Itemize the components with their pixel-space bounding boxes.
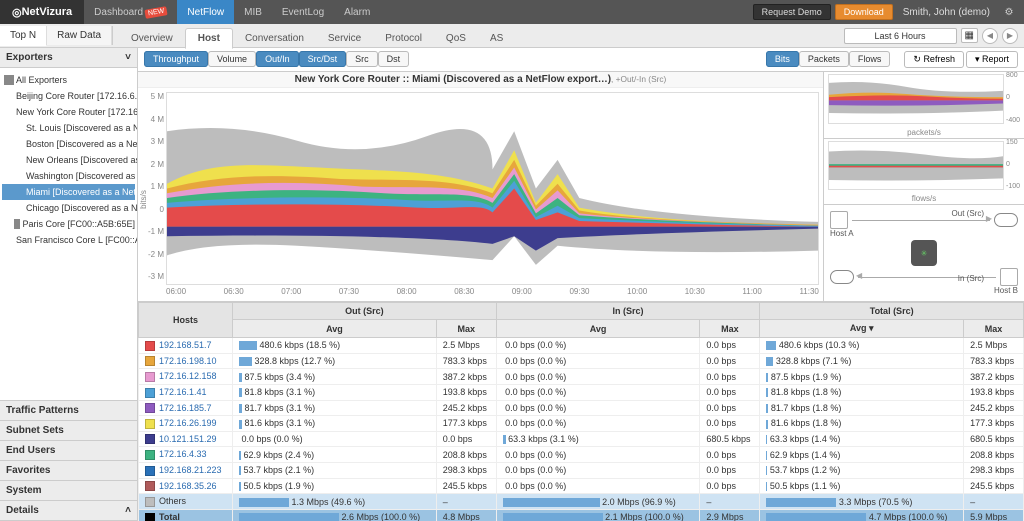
brand-logo: ◎NetVizura [0, 0, 84, 24]
prev-button[interactable]: ◀ [982, 28, 998, 44]
tab-qos[interactable]: QoS [434, 29, 478, 48]
chip-dst[interactable]: Dst [378, 51, 410, 67]
chip-outin[interactable]: Out/In [256, 51, 299, 67]
nav-mib[interactable]: MIB [234, 0, 272, 24]
col-max[interactable]: Max [436, 320, 496, 338]
tree-item[interactable]: New Orleans [Discovered as a N…] [2, 152, 135, 168]
col-avg[interactable]: Avg [496, 320, 700, 338]
chip-bits[interactable]: Bits [766, 51, 799, 67]
accordion-end-users[interactable]: End Users [0, 441, 137, 461]
table-row[interactable]: 192.168.35.26 50.5 kbps (1.9 %)245.5 kbp… [139, 478, 1024, 494]
exporters-header[interactable]: Exporters˅ [0, 48, 137, 68]
col-in[interactable]: In (Src) [496, 303, 760, 320]
col-max[interactable]: Max [964, 320, 1024, 338]
host-a-icon [830, 211, 848, 229]
chart-toolbar: ThroughputVolumeOut/InSrc/DstSrcDst Bits… [138, 48, 1024, 72]
topbar: ◎NetVizura DashboardNEWNetFlowMIBEventLo… [0, 0, 1024, 24]
tree-item[interactable]: St. Louis [Discovered as a NetFlow …] [2, 120, 135, 136]
table-row[interactable]: 172.16.185.7 81.7 kbps (3.1 %)245.2 kbps… [139, 400, 1024, 416]
chevron-down-icon: ˅ [125, 52, 131, 63]
subbar: Top NRaw Data OverviewHostConversationSe… [0, 24, 1024, 48]
tree-item[interactable]: Chicago [Discovered as a NetFlo…] [2, 200, 135, 216]
accordion-traffic-patterns[interactable]: Traffic Patterns [0, 401, 137, 421]
chip-packets[interactable]: Packets [799, 51, 849, 67]
tree-item[interactable]: New York Core Router [172.16.0.1] [2, 104, 135, 120]
cloud-icon [994, 213, 1018, 227]
table-row[interactable]: 172.16.198.10 328.8 kbps (12.7 %)783.3 k… [139, 353, 1024, 369]
col-out[interactable]: Out (Src) [233, 303, 497, 320]
plot-area[interactable] [166, 92, 819, 285]
tab-protocol[interactable]: Protocol [373, 29, 434, 48]
chart-row: New York Core Router :: Miami (Discovere… [138, 72, 1024, 302]
chip-flows[interactable]: Flows [849, 51, 891, 67]
hosts-table[interactable]: Hosts Out (Src) In (Src) Total (Src) Avg… [138, 302, 1024, 521]
content: ThroughputVolumeOut/InSrc/DstSrcDst Bits… [138, 48, 1024, 521]
chip-srcdst[interactable]: Src/Dst [299, 51, 347, 67]
device-icon [14, 219, 20, 229]
table-row[interactable]: Total 2.6 Mbps (100.0 %)4.8 Mbps 2.1 Mbp… [139, 509, 1024, 521]
next-button[interactable]: ▶ [1002, 28, 1018, 44]
table-row[interactable]: 192.168.51.7 480.6 kbps (18.5 %)2.5 Mbps… [139, 338, 1024, 354]
packets-chart[interactable]: 8000-400 packets/s [824, 72, 1024, 139]
flow-diagram: Out (Src) Host A ✳ In (Src) Host B [824, 205, 1024, 301]
tab-as[interactable]: AS [478, 29, 515, 48]
tab-conversation[interactable]: Conversation [233, 29, 316, 48]
col-total[interactable]: Total (Src) [760, 303, 1024, 320]
accordion-details[interactable]: Details˄ [0, 501, 137, 521]
tree-item[interactable]: Beijing Core Router [172.16.6.94] [2, 88, 135, 104]
x-axis: 06:0006:3007:0007:3008:0008:3009:0009:30… [166, 287, 819, 301]
y-axis: 5 M4 M3 M2 M1 M0-1 M-2 M-3 M [138, 88, 166, 285]
cloud-icon [830, 270, 854, 284]
report-button[interactable]: ▾ Report [966, 51, 1018, 68]
table-row[interactable]: 172.16.1.41 81.8 kbps (3.1 %)193.8 kbps … [139, 384, 1024, 400]
col-max[interactable]: Max [700, 320, 760, 338]
chart-title: New York Core Router :: Miami (Discovere… [138, 72, 823, 88]
chevron-icon: ˄ [125, 505, 131, 516]
accordion-subnet-sets[interactable]: Subnet Sets [0, 421, 137, 441]
sidebar: Exporters˅ All ExportersBeijing Core Rou… [0, 48, 138, 521]
tree-item[interactable]: All Exporters [2, 72, 135, 88]
tree-item[interactable]: Paris Core [FC00::A5B:65E] [2, 216, 135, 232]
host-b-icon [1000, 268, 1018, 286]
tree-item[interactable]: San Francisco Core L [FC00::A5B:7…] [2, 232, 135, 248]
nav-netflow[interactable]: NetFlow [177, 0, 234, 24]
tab-host[interactable]: Host [185, 28, 233, 49]
chip-volume[interactable]: Volume [208, 51, 256, 67]
main-chart[interactable]: New York Core Router :: Miami (Discovere… [138, 72, 824, 301]
nav-alarm[interactable]: Alarm [334, 0, 380, 24]
col-hosts[interactable]: Hosts [139, 303, 233, 338]
router-icon: ✳ [911, 240, 937, 266]
nav-eventlog[interactable]: EventLog [272, 0, 334, 24]
refresh-button[interactable]: ↻ Refresh [904, 51, 964, 68]
table-row[interactable]: 192.168.21.223 53.7 kbps (2.1 %)298.3 kb… [139, 463, 1024, 479]
tree-item[interactable]: Miami [Discovered as a NetFlow…] [2, 184, 135, 200]
lefttab-top-n[interactable]: Top N [0, 26, 47, 46]
gear-icon[interactable]: ⚙ [1000, 3, 1018, 21]
request-demo-button[interactable]: Request Demo [753, 4, 831, 20]
accordion-system[interactable]: System [0, 481, 137, 501]
user-label[interactable]: Smith, John (demo) [897, 7, 996, 18]
tab-service[interactable]: Service [316, 29, 373, 48]
timerange-select[interactable]: Last 6 Hours [844, 28, 957, 44]
chip-throughput[interactable]: Throughput [144, 51, 208, 67]
lefttab-raw-data[interactable]: Raw Data [47, 26, 112, 45]
accordion-favorites[interactable]: Favorites [0, 461, 137, 481]
tree-item[interactable]: Boston [Discovered as a NetFlow …] [2, 136, 135, 152]
table-row[interactable]: 172.16.4.33 62.9 kbps (2.4 %)208.8 kbps … [139, 447, 1024, 463]
tree-item[interactable]: Washington [Discovered as a N…] [2, 168, 135, 184]
chip-src[interactable]: Src [346, 51, 378, 67]
device-icon [4, 75, 14, 85]
exporter-tree: All ExportersBeijing Core Router [172.16… [0, 68, 137, 400]
nav-dashboard[interactable]: DashboardNEW [84, 0, 177, 24]
table-row[interactable]: 172.16.12.158 87.5 kbps (3.4 %)387.2 kbp… [139, 369, 1024, 385]
col-avg[interactable]: Avg ▾ [760, 320, 964, 338]
download-button[interactable]: Download [835, 4, 893, 20]
calendar-icon[interactable]: ▦ [961, 28, 978, 43]
col-avg[interactable]: Avg [233, 320, 437, 338]
table-row[interactable]: 172.16.26.199 81.6 kbps (3.1 %)177.3 kbp… [139, 416, 1024, 432]
flows-chart[interactable]: 1500-100 flows/s [824, 139, 1024, 206]
table-row[interactable]: Others 1.3 Mbps (49.6 %)– 2.0 Mbps (96.9… [139, 494, 1024, 510]
tab-overview[interactable]: Overview [119, 29, 185, 48]
table-row[interactable]: 10.121.151.29 0.0 bps (0.0 %)0.0 bps 63.… [139, 431, 1024, 447]
